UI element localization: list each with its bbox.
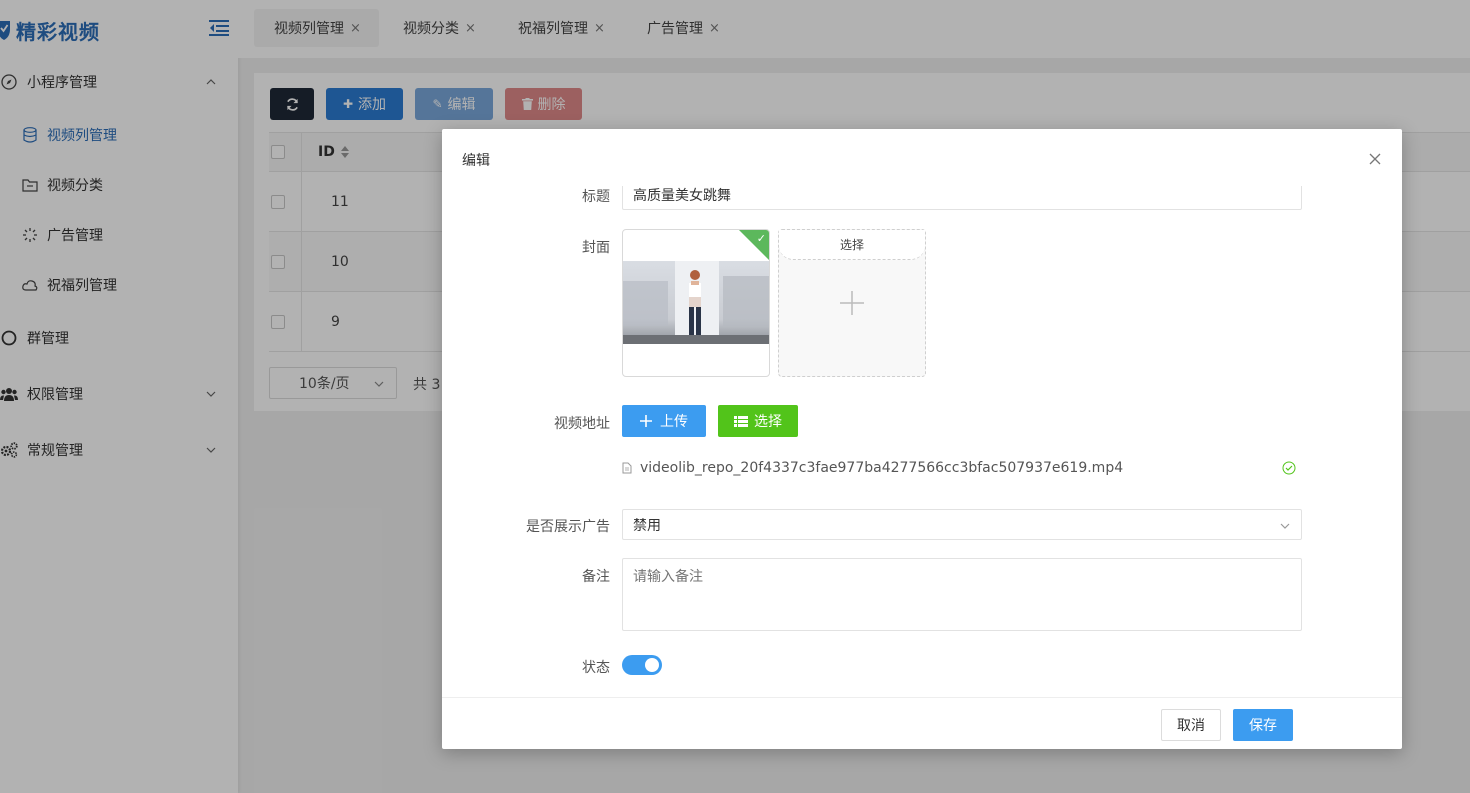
cover-image [623,261,769,344]
dialog-footer: 取消 保存 [442,697,1402,749]
choose-video-button[interactable]: 选择 [718,405,798,437]
ad-select[interactable]: 禁用 [622,509,1302,540]
plus-icon [840,291,864,315]
check-icon: ✓ [756,232,766,245]
cancel-button[interactable]: 取消 [1161,709,1221,741]
status-label: 状态 [582,660,610,676]
ad-select-value: 禁用 [633,517,661,534]
remark-textarea[interactable] [622,558,1302,631]
success-check-icon [1282,461,1296,475]
video-label: 视频地址 [554,416,610,432]
save-button[interactable]: 保存 [1233,709,1293,741]
upload-button[interactable]: 上传 [622,405,706,437]
cover-select-card[interactable]: 选择 [778,229,926,377]
remark-label: 备注 [582,569,610,585]
document-icon [622,462,632,474]
title-label: 标题 [582,189,610,205]
edit-dialog: 编辑 标题 高质量美女跳舞 封面 ✓ 选择 视频地址 上传 选择 videoli… [442,129,1402,749]
file-name: videolib_repo_20f4337c3fae977ba4277566cc… [640,460,1124,476]
cover-select-label[interactable]: 选择 [779,230,925,260]
dialog-title: 编辑 [462,153,490,169]
toggle-knob [645,658,659,672]
list-icon [734,415,748,427]
cover-label: 封面 [582,240,610,256]
close-icon[interactable] [1368,152,1382,166]
dialog-body: 标题 高质量美女跳舞 封面 ✓ 选择 视频地址 上传 选择 videolib_r… [442,186,1402,697]
chevron-down-icon [1280,523,1290,529]
ad-label: 是否展示广告 [526,519,610,535]
uploaded-file[interactable]: videolib_repo_20f4337c3fae977ba4277566cc… [622,458,1302,478]
upload-button-label: 上传 [660,414,688,430]
title-value: 高质量美女跳舞 [633,188,731,204]
title-input[interactable]: 高质量美女跳舞 [622,186,1302,210]
choose-button-label: 选择 [754,414,782,430]
cover-thumbnail[interactable]: ✓ [622,229,770,377]
status-toggle[interactable] [622,655,662,675]
plus-icon [640,415,652,427]
